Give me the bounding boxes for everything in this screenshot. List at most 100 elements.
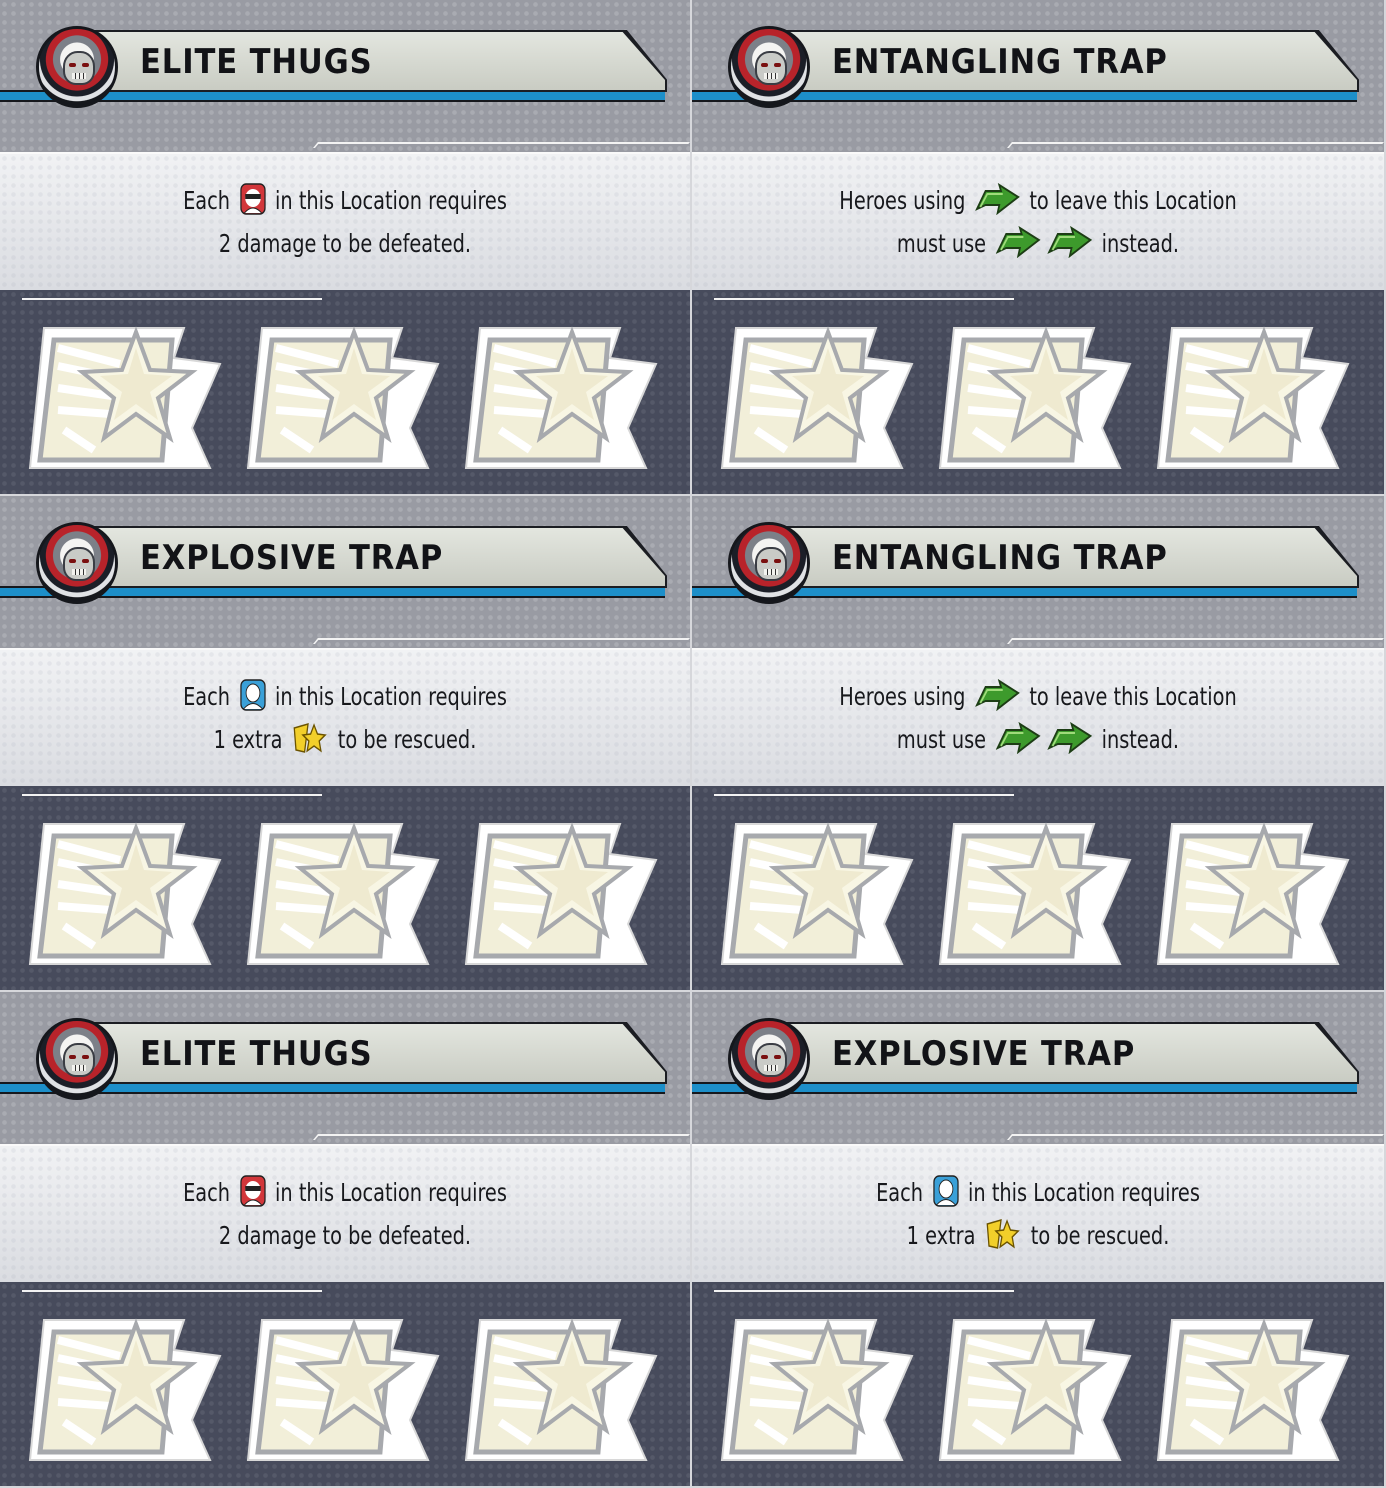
rule-text: in this Location requires bbox=[968, 1178, 1200, 1207]
move-arrow-icon bbox=[1047, 226, 1092, 258]
rule-text: Heroes using bbox=[839, 186, 966, 215]
rule-text-panel bbox=[0, 152, 690, 292]
card-title: ENTANGLING TRAP bbox=[832, 42, 1168, 82]
panel-line bbox=[312, 142, 690, 148]
rule-text-panel bbox=[0, 648, 690, 788]
move-arrow-icon bbox=[995, 226, 1041, 258]
rescue-token-slot[interactable] bbox=[242, 814, 440, 970]
rule-line-2: 2 damage to be defeated. bbox=[48, 229, 641, 258]
rescue-token-slot[interactable] bbox=[1152, 814, 1350, 970]
rescue-token-slot[interactable] bbox=[24, 814, 222, 970]
location-card-5[interactable]: ELITE THUGS Each in this Location requir… bbox=[0, 992, 692, 1488]
villain-portrait-icon bbox=[36, 26, 118, 108]
panel-line bbox=[22, 790, 322, 796]
rescue-token-slot[interactable] bbox=[934, 1310, 1132, 1466]
card-sheet: ELITE THUGS Each in this Location requir… bbox=[0, 0, 1386, 1488]
rule-text: Each bbox=[183, 682, 231, 711]
rule-line-1: Heroes using to leave this Location bbox=[740, 183, 1335, 218]
rescue-token-slot[interactable] bbox=[716, 1310, 914, 1466]
rule-text: to be rescued. bbox=[1030, 1221, 1170, 1250]
rule-line-1: Each in this Location requires bbox=[48, 679, 641, 714]
rescue-token-slot[interactable] bbox=[1152, 318, 1350, 474]
move-arrow-icon bbox=[975, 679, 1020, 711]
token-slots bbox=[720, 1310, 1376, 1470]
rule-line-2: 1 extra to be rescued. bbox=[740, 1218, 1335, 1253]
move-arrow-icon bbox=[975, 183, 1020, 215]
rule-text: Heroes using bbox=[839, 682, 966, 711]
double-move-arrow-icon bbox=[992, 226, 1095, 258]
rule-text-panel bbox=[692, 152, 1384, 292]
card-title: EXPLOSIVE TRAP bbox=[832, 1034, 1136, 1074]
token-slots bbox=[720, 318, 1376, 478]
rule-text: to leave this Location bbox=[1029, 186, 1237, 215]
card-title: ENTANGLING TRAP bbox=[832, 538, 1168, 578]
rescue-token-slot[interactable] bbox=[460, 318, 658, 474]
location-card-1[interactable]: ELITE THUGS Each in this Location requir… bbox=[0, 0, 692, 496]
panel-line bbox=[714, 790, 1014, 796]
move-arrow-icon bbox=[1047, 722, 1092, 754]
rule-text-panel bbox=[692, 1144, 1384, 1284]
panel-line bbox=[312, 1134, 690, 1140]
rule-text-panel bbox=[692, 648, 1384, 788]
rule-text: to leave this Location bbox=[1029, 682, 1237, 711]
rule-text: to be rescued. bbox=[337, 725, 477, 754]
rule-text: instead. bbox=[1101, 725, 1180, 754]
rescue-token-slot[interactable] bbox=[460, 1310, 658, 1466]
rule-line-1: Each in this Location requires bbox=[48, 1175, 641, 1210]
villain-portrait-icon bbox=[728, 26, 810, 108]
rule-text: 1 extra bbox=[906, 1221, 976, 1250]
panel-line bbox=[714, 1286, 1014, 1292]
rule-text: Each bbox=[183, 186, 231, 215]
villain-portrait-icon bbox=[36, 1018, 118, 1100]
rescue-token-slot[interactable] bbox=[716, 318, 914, 474]
rescue-star-icon bbox=[292, 722, 328, 754]
rule-line-2: must use instead. bbox=[740, 226, 1335, 261]
rescue-token-slot[interactable] bbox=[934, 318, 1132, 474]
card-title: EXPLOSIVE TRAP bbox=[140, 538, 444, 578]
rule-line-2: 1 extra to be rescued. bbox=[48, 722, 641, 757]
civilian-icon bbox=[239, 679, 266, 711]
rule-text: Each bbox=[876, 1178, 924, 1207]
villain-portrait-icon bbox=[728, 1018, 810, 1100]
location-card-2[interactable]: ENTANGLING TRAP Heroes using to leave th… bbox=[692, 0, 1386, 496]
double-move-arrow-icon bbox=[992, 722, 1095, 754]
rescue-token-slot[interactable] bbox=[242, 1310, 440, 1466]
panel-line bbox=[22, 1286, 322, 1292]
thug-icon bbox=[239, 1175, 266, 1207]
rescue-token-slot[interactable] bbox=[242, 318, 440, 474]
move-arrow-icon bbox=[995, 722, 1041, 754]
token-slots bbox=[720, 814, 1376, 974]
rescue-token-slot[interactable] bbox=[934, 814, 1132, 970]
rule-text: must use bbox=[896, 725, 987, 754]
rule-line-1: Each in this Location requires bbox=[48, 183, 641, 218]
rescue-token-slot[interactable] bbox=[460, 814, 658, 970]
token-slots bbox=[28, 318, 684, 478]
rule-line-1: Each in this Location requires bbox=[740, 1175, 1335, 1210]
thug-icon bbox=[239, 183, 266, 215]
rule-text: in this Location requires bbox=[275, 186, 507, 215]
rule-text-panel bbox=[0, 1144, 690, 1284]
rescue-star-icon bbox=[985, 1218, 1021, 1250]
villain-portrait-icon bbox=[36, 522, 118, 604]
rule-text: Each bbox=[183, 1178, 231, 1207]
card-title: ELITE THUGS bbox=[140, 42, 373, 82]
rule-text: in this Location requires bbox=[275, 1178, 507, 1207]
rule-line-2: must use instead. bbox=[740, 722, 1335, 757]
token-slots bbox=[28, 1310, 684, 1470]
location-card-6[interactable]: EXPLOSIVE TRAP Each in this Location req… bbox=[692, 992, 1386, 1488]
location-card-4[interactable]: ENTANGLING TRAP Heroes using to leave th… bbox=[692, 496, 1386, 992]
rescue-token-slot[interactable] bbox=[1152, 1310, 1350, 1466]
panel-line bbox=[1006, 1134, 1384, 1140]
panel-line bbox=[22, 294, 322, 300]
panel-line bbox=[1006, 142, 1384, 148]
panel-line bbox=[714, 294, 1014, 300]
rule-text: instead. bbox=[1101, 229, 1180, 258]
rule-text: 2 damage to be defeated. bbox=[218, 1221, 472, 1250]
rescue-token-slot[interactable] bbox=[24, 1310, 222, 1466]
villain-portrait-icon bbox=[728, 522, 810, 604]
location-card-3[interactable]: EXPLOSIVE TRAP Each in this Location req… bbox=[0, 496, 692, 992]
rule-line-1: Heroes using to leave this Location bbox=[740, 679, 1335, 714]
rule-text: in this Location requires bbox=[275, 682, 507, 711]
rescue-token-slot[interactable] bbox=[716, 814, 914, 970]
rescue-token-slot[interactable] bbox=[24, 318, 222, 474]
